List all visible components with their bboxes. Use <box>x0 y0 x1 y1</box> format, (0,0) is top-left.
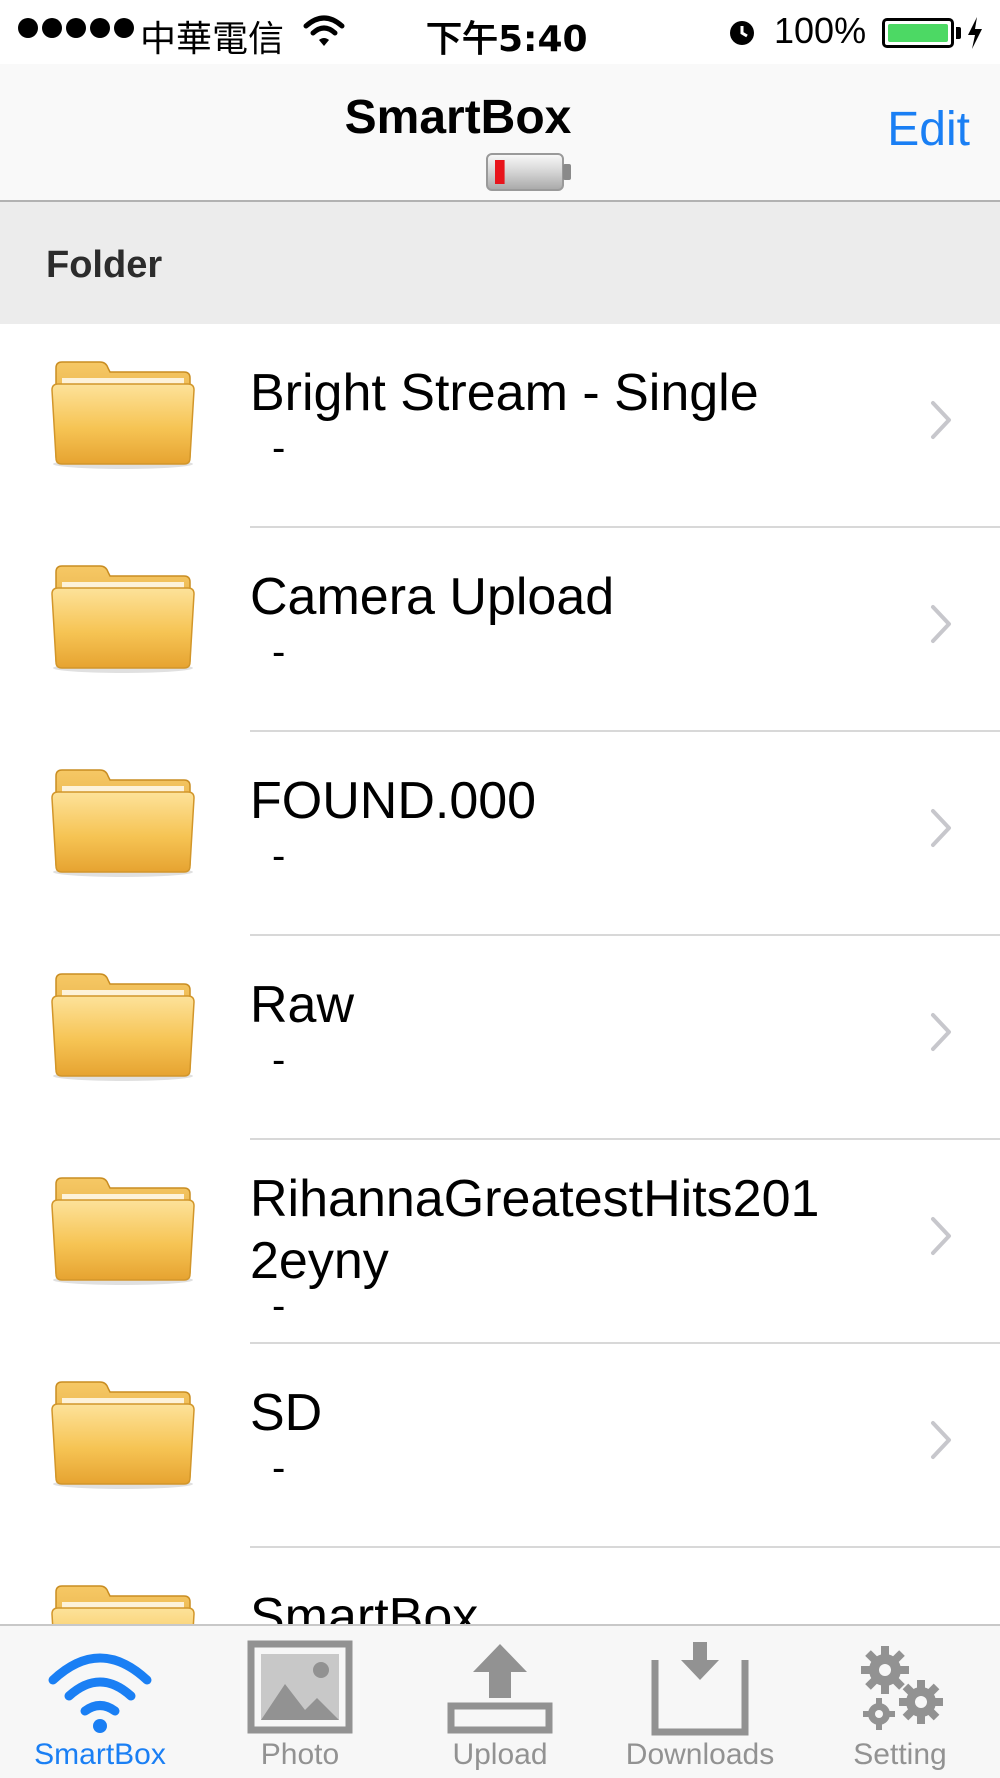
battery-icon <box>882 18 954 48</box>
chevron-right-icon <box>931 809 951 847</box>
status-time: 下午5:40 <box>426 19 588 60</box>
folder-icon <box>50 564 196 674</box>
section-header: Folder <box>0 202 1000 324</box>
folder-icon <box>50 1176 196 1286</box>
tab-upload[interactable]: Upload <box>400 1626 600 1778</box>
signal-strength-icon <box>18 18 134 38</box>
folder-name: FOUND.000 <box>250 772 537 830</box>
tab-smartbox[interactable]: SmartBox <box>0 1626 200 1778</box>
folder-name: SmartBox <box>250 1588 479 1624</box>
list-item[interactable]: SmartBox <box>0 1548 1000 1624</box>
folder-list[interactable]: Bright Stream - Single - Camera Upload -… <box>0 324 1000 1624</box>
carrier-name: 中華電信 <box>140 19 285 60</box>
chevron-right-icon <box>931 1217 951 1255</box>
section-title: Folder <box>46 244 163 286</box>
tab-downloads[interactable]: Downloads <box>600 1626 800 1778</box>
tab-label: Downloads <box>625 1738 775 1771</box>
upload-icon <box>447 1644 553 1734</box>
gears-icon <box>861 1646 943 1730</box>
folder-subtitle: - <box>272 1284 286 1328</box>
status-bar: 中華電信 下午5:40 100% <box>0 0 1000 64</box>
folder-icon <box>50 1380 196 1490</box>
battery-percentage: 100% <box>774 10 867 51</box>
list-item[interactable]: Raw - <box>0 936 1000 1140</box>
chevron-right-icon <box>931 401 951 439</box>
list-item[interactable]: RihannaGreatestHits201 2eyny - <box>0 1140 1000 1344</box>
alarm-icon <box>730 21 754 45</box>
folder-subtitle: - <box>272 1038 286 1082</box>
folder-name: Bright Stream - Single <box>250 364 759 422</box>
list-item[interactable]: Camera Upload - <box>0 528 1000 732</box>
folder-icon <box>50 768 196 878</box>
tab-setting[interactable]: Setting <box>800 1626 1000 1778</box>
tab-label: SmartBox <box>34 1738 166 1771</box>
tab-label: Photo <box>260 1738 340 1771</box>
battery-tip <box>956 27 961 39</box>
tab-label: Setting <box>853 1738 947 1771</box>
list-item[interactable]: Bright Stream - Single - <box>0 324 1000 528</box>
chevron-right-icon <box>931 1421 951 1459</box>
tab-photo[interactable]: Photo <box>200 1626 400 1778</box>
folder-subtitle: - <box>272 426 286 470</box>
photo-icon <box>247 1640 353 1734</box>
edit-button[interactable]: Edit <box>887 102 970 157</box>
folder-name: Camera Upload <box>250 568 615 626</box>
folder-subtitle: - <box>272 630 286 674</box>
tab-bar: SmartBox Photo Upload Downloads Setting <box>0 1624 1000 1778</box>
chevron-right-icon <box>931 605 951 643</box>
charging-bolt-icon <box>968 17 982 49</box>
folder-name: RihannaGreatestHits201 2eyny <box>250 1170 820 1290</box>
list-item[interactable]: SD - <box>0 1344 1000 1548</box>
tab-label: Upload <box>452 1738 548 1771</box>
folder-name: Raw <box>250 976 355 1034</box>
chevron-right-icon <box>931 1013 951 1051</box>
folder-icon <box>50 360 196 470</box>
list-item[interactable]: FOUND.000 - <box>0 732 1000 936</box>
wifi-status-icon <box>303 15 345 46</box>
wifi-icon <box>48 1653 152 1733</box>
folder-icon <box>50 1584 196 1624</box>
navigation-bar: SmartBox Edit <box>0 64 1000 202</box>
folder-subtitle: - <box>272 834 286 878</box>
downloads-icon <box>651 1642 749 1736</box>
folder-subtitle: - <box>272 1446 286 1490</box>
folder-name: SD <box>250 1384 323 1442</box>
folder-icon <box>50 972 196 1082</box>
device-battery-icon <box>486 153 571 191</box>
page-title: SmartBox <box>344 91 572 144</box>
